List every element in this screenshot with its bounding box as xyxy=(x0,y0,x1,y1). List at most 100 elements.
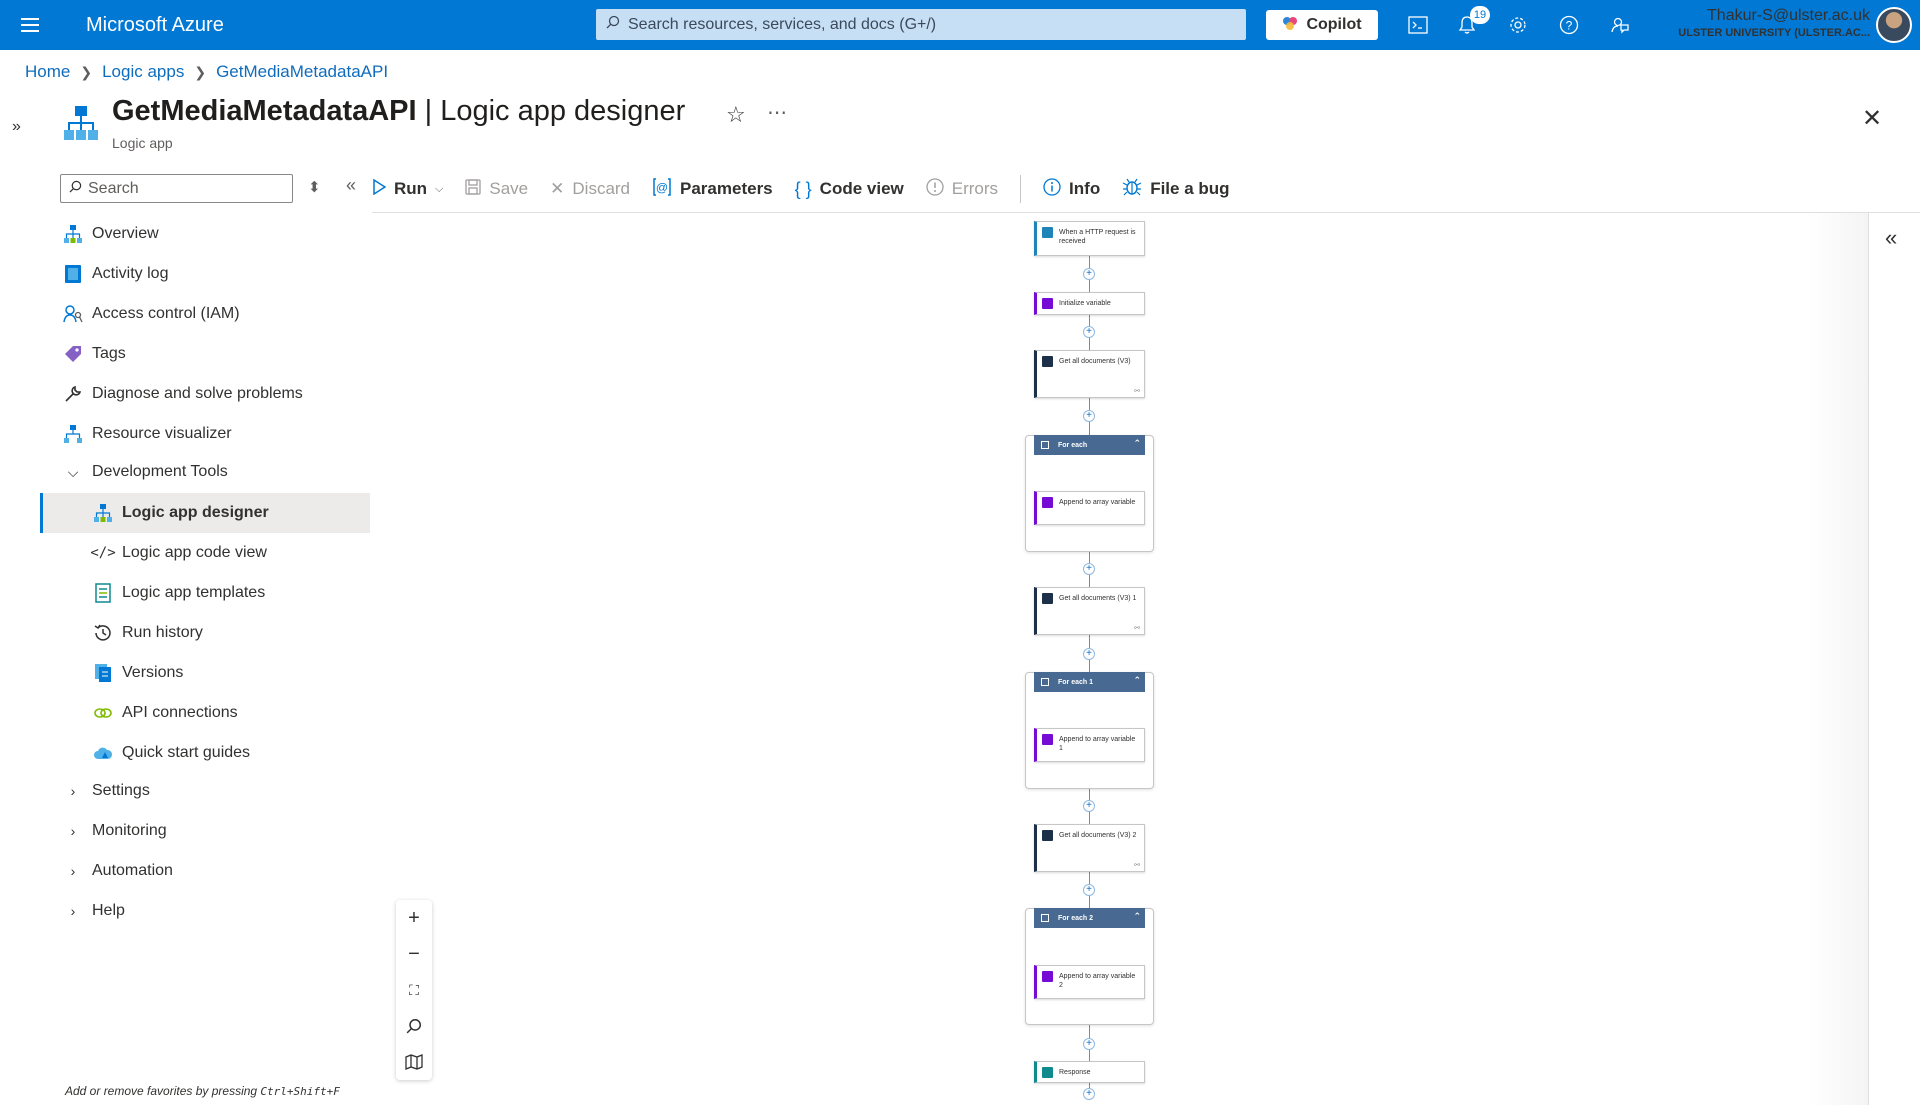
add-step-button[interactable]: + xyxy=(1083,268,1095,280)
fit-view-icon[interactable]: ⛶ xyxy=(396,972,432,1008)
nav-item-label: Help xyxy=(92,902,125,919)
nav-item-overview[interactable]: Overview xyxy=(40,214,370,254)
expand-menu-icon[interactable]: » xyxy=(12,118,21,136)
foreach-header[interactable]: For each 1 ⌃ xyxy=(1034,672,1145,692)
card-title: Initialize variable xyxy=(1059,300,1111,307)
collapse-nav-icon[interactable]: « xyxy=(346,175,356,196)
nav-item-activity-log[interactable]: Activity log xyxy=(40,254,370,294)
menu-icon[interactable] xyxy=(0,0,60,50)
action-card[interactable]: Initialize variable xyxy=(1034,292,1145,315)
nav-group-help[interactable]: › Help xyxy=(40,891,370,931)
discard-button[interactable]: ✕ Discard xyxy=(550,179,630,199)
nav-item-iam[interactable]: Access control (IAM) xyxy=(40,294,370,334)
nav-item-tags[interactable]: Tags xyxy=(40,334,370,374)
nav-group-settings[interactable]: › Settings xyxy=(40,771,370,811)
nav-item-label: Resource visualizer xyxy=(92,425,232,442)
breadcrumb-logic-apps[interactable]: Logic apps xyxy=(102,62,184,82)
nav-group-monitoring[interactable]: › Monitoring xyxy=(40,811,370,851)
action-card[interactable]: Get all documents (V3) ⚯ xyxy=(1034,350,1145,398)
chevron-down-icon: ⌵ xyxy=(67,463,79,480)
brand-label[interactable]: Microsoft Azure xyxy=(86,14,596,37)
nav-item-templates[interactable]: Logic app templates xyxy=(40,573,370,613)
nav-item-label: Activity log xyxy=(92,265,169,282)
action-card[interactable]: Append to array variable 1 xyxy=(1034,728,1145,762)
sort-icon[interactable]: ⬍ xyxy=(308,178,321,196)
info-button[interactable]: Info xyxy=(1043,177,1100,201)
search-icon[interactable] xyxy=(396,1008,432,1044)
add-step-button[interactable]: + xyxy=(1083,1038,1095,1050)
parameters-icon: @ xyxy=(652,177,672,202)
add-step-button[interactable]: + xyxy=(1083,563,1095,575)
save-button[interactable]: Save xyxy=(465,178,528,200)
nav-item-label: Settings xyxy=(92,782,150,799)
help-icon[interactable]: ? xyxy=(1557,13,1581,37)
add-step-button[interactable]: + xyxy=(1083,1088,1095,1100)
page-title-suffix: | Logic app designer xyxy=(416,95,686,127)
nav-item-run-history[interactable]: Run history xyxy=(40,613,370,653)
zoom-in-icon[interactable]: + xyxy=(396,900,432,936)
code-icon: </> xyxy=(90,545,116,561)
foreach-header[interactable]: For each 2 ⌃ xyxy=(1034,908,1145,928)
scope-title: For each 1 xyxy=(1058,678,1094,686)
nav-item-resource-visualizer[interactable]: Resource visualizer xyxy=(40,414,370,454)
zoom-out-icon[interactable]: − xyxy=(396,936,432,972)
action-card[interactable]: Append to array variable 2 xyxy=(1034,965,1145,999)
nav-item-label: API connections xyxy=(122,704,238,721)
chevron-right-icon: › xyxy=(70,903,76,919)
nav-item-logic-app-designer[interactable]: Logic app designer xyxy=(40,493,370,533)
account-info[interactable]: Thakur-S@ulster.ac.uk ULSTER UNIVERSITY … xyxy=(1678,7,1870,39)
expand-panel-icon[interactable]: « xyxy=(1885,225,1897,251)
nav-item-api-connections[interactable]: API connections xyxy=(40,693,370,733)
action-card[interactable]: Append to array variable xyxy=(1034,491,1145,525)
versions-icon xyxy=(92,662,114,684)
chevron-up-icon[interactable]: ⌃ xyxy=(1133,438,1141,449)
breadcrumb-resource[interactable]: GetMediaMetadataAPI xyxy=(216,62,388,82)
more-options-icon[interactable]: ⋯ xyxy=(767,100,787,125)
feedback-icon[interactable] xyxy=(1608,13,1632,37)
foreach-header[interactable]: For each ⌃ xyxy=(1034,435,1145,455)
nav-group-development-tools[interactable]: ⌵ Development Tools xyxy=(40,452,370,492)
link-icon: ⚯ xyxy=(1134,388,1140,395)
code-view-button[interactable]: { } Code view xyxy=(795,179,904,200)
cloud-shell-icon[interactable] xyxy=(1406,13,1430,37)
avatar[interactable] xyxy=(1876,7,1912,43)
card-title: Response xyxy=(1059,1069,1091,1076)
nav-search-input[interactable]: Search xyxy=(60,174,293,203)
parameters-button[interactable]: @ Parameters xyxy=(652,177,773,202)
file-bug-button[interactable]: File a bug xyxy=(1122,177,1230,202)
breadcrumb: Home ❯ Logic apps ❯ GetMediaMetadataAPI xyxy=(25,62,388,82)
nav-group-automation[interactable]: › Automation xyxy=(40,851,370,891)
nav-item-quick-start[interactable]: Quick start guides xyxy=(40,733,370,773)
action-card[interactable]: Get all documents (V3) 2 ⚯ xyxy=(1034,824,1145,872)
breadcrumb-home[interactable]: Home xyxy=(25,62,70,82)
errors-label: Errors xyxy=(951,179,999,198)
resource-type: Logic app xyxy=(112,135,173,151)
chevron-up-icon[interactable]: ⌃ xyxy=(1133,911,1141,922)
trigger-card[interactable]: When a HTTP request is received xyxy=(1034,221,1145,256)
add-step-button[interactable]: + xyxy=(1083,884,1095,896)
tag-icon xyxy=(62,343,84,365)
global-search-input[interactable]: Search resources, services, and docs (G+… xyxy=(596,9,1246,40)
variable-icon xyxy=(1042,734,1053,745)
link-icon: ⚯ xyxy=(1134,862,1140,869)
add-step-button[interactable]: + xyxy=(1083,410,1095,422)
favorite-star-icon[interactable]: ☆ xyxy=(726,102,746,128)
errors-button[interactable]: Errors xyxy=(926,177,999,201)
run-button[interactable]: Run ⌵ xyxy=(372,178,443,200)
nav-item-versions[interactable]: Versions xyxy=(40,653,370,693)
response-card[interactable]: Response xyxy=(1034,1061,1145,1083)
card-title: Append to array variable xyxy=(1059,499,1136,506)
add-step-button[interactable]: + xyxy=(1083,326,1095,338)
settings-gear-icon[interactable] xyxy=(1506,13,1530,37)
nav-item-diagnose[interactable]: Diagnose and solve problems xyxy=(40,374,370,414)
copilot-button[interactable]: Copilot xyxy=(1266,10,1378,40)
copilot-icon xyxy=(1282,15,1298,36)
add-step-button[interactable]: + xyxy=(1083,800,1095,812)
variable-icon xyxy=(1042,497,1053,508)
close-icon[interactable]: ✕ xyxy=(1862,104,1882,133)
add-step-button[interactable]: + xyxy=(1083,648,1095,660)
nav-item-code-view[interactable]: </> Logic app code view xyxy=(40,533,370,573)
minimap-icon[interactable] xyxy=(396,1044,432,1080)
action-card[interactable]: Get all documents (V3) 1 ⚯ xyxy=(1034,587,1145,635)
chevron-up-icon[interactable]: ⌃ xyxy=(1133,675,1141,686)
